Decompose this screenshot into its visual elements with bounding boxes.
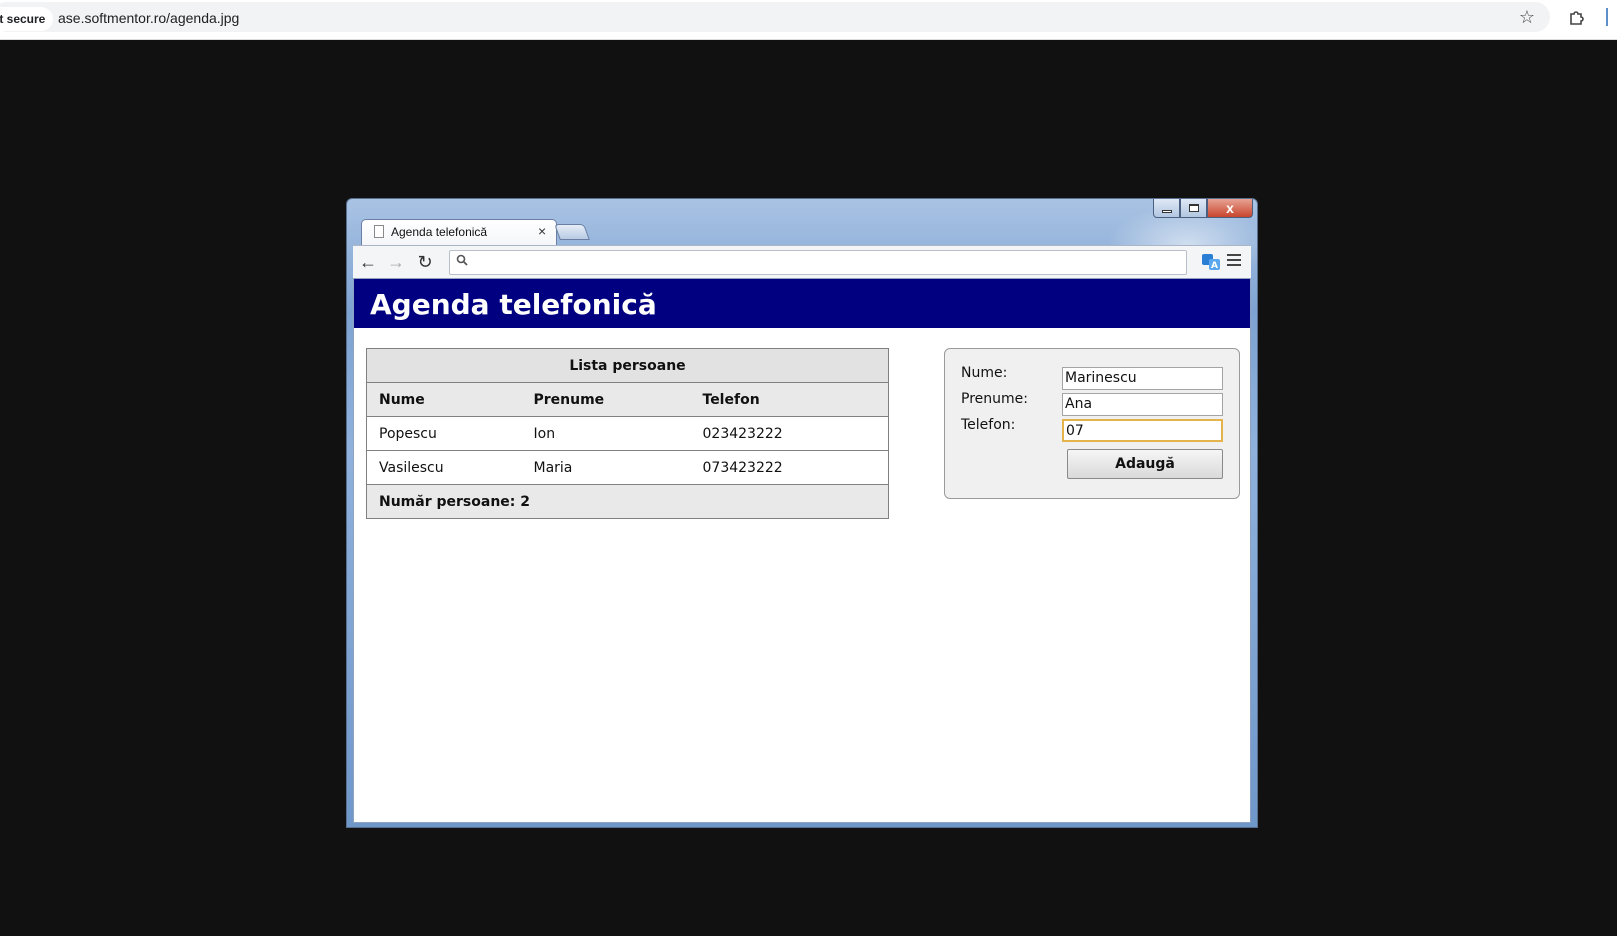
app-header: Agenda telefonică <box>354 279 1250 328</box>
cell-nume: Vasilescu <box>366 450 522 485</box>
page-viewport: Agenda telefonică Lista persoane Nume Pr… <box>353 278 1251 823</box>
window-controls: x <box>1153 199 1253 219</box>
add-person-form: Nume: Marinescu Prenume: Ana Telefon: 07… <box>944 348 1240 499</box>
back-arrow-icon[interactable]: ← <box>357 252 379 272</box>
nume-field[interactable]: Marinescu <box>1062 367 1223 390</box>
telefon-label: Telefon: <box>961 417 1016 433</box>
add-button[interactable]: Adaugă <box>1067 449 1223 479</box>
tab-title: Agenda telefonică <box>391 225 488 239</box>
close-window-button[interactable]: x <box>1207 199 1253 218</box>
tab-agenda[interactable]: Agenda telefonică × <box>361 219 557 245</box>
inner-browser-window: x Agenda telefonică × ← → ↻ A Agenda tel… <box>346 198 1258 828</box>
reload-icon[interactable]: ↻ <box>414 252 436 272</box>
cell-nume: Popescu <box>366 416 522 451</box>
table-footer-count: Număr persoane: 2 <box>366 484 889 519</box>
prenume-field[interactable]: Ana <box>1062 393 1223 416</box>
translate-icon[interactable]: A <box>1201 253 1221 271</box>
table-row: Vasilescu Maria 073423222 <box>366 450 889 485</box>
page-icon <box>374 225 384 238</box>
minimize-icon <box>1161 209 1172 213</box>
persons-table: Lista persoane Nume Prenume Telefon Pope… <box>366 348 889 519</box>
inner-toolbar: ← → ↻ A <box>353 245 1251 278</box>
forward-arrow-icon[interactable]: → <box>385 252 407 272</box>
cell-telefon: 023423222 <box>690 416 889 451</box>
maximize-button[interactable] <box>1180 199 1207 218</box>
nume-label: Nume: <box>961 365 1008 381</box>
minimize-button[interactable] <box>1153 199 1180 218</box>
column-header-nume: Nume <box>366 382 522 417</box>
column-header-prenume: Prenume <box>521 382 691 417</box>
star-icon[interactable]: ☆ <box>1515 5 1539 29</box>
telefon-field[interactable]: 07 <box>1062 419 1223 442</box>
cell-telefon: 073423222 <box>690 450 889 485</box>
omnibox-input[interactable] <box>449 250 1187 275</box>
outer-browser-bar: ot secure ase.softmentor.ro/agenda.jpg ☆ <box>0 0 1617 40</box>
table-caption: Lista persoane <box>366 348 889 383</box>
tab-close-icon[interactable]: × <box>538 223 546 239</box>
security-chip[interactable]: ot secure <box>0 7 54 31</box>
menu-icon[interactable] <box>1227 254 1241 268</box>
outer-url-text[interactable]: ase.softmentor.ro/agenda.jpg <box>58 9 239 27</box>
maximize-icon <box>1188 204 1199 212</box>
new-tab-button[interactable] <box>554 224 590 240</box>
search-icon <box>456 254 468 269</box>
table-header-row: Nume Prenume Telefon <box>366 382 889 417</box>
svg-text:A: A <box>1211 261 1218 271</box>
column-header-telefon: Telefon <box>690 382 889 417</box>
page-title: Agenda telefonică <box>370 288 657 321</box>
table-row: Popescu Ion 023423222 <box>366 416 889 451</box>
cell-prenume: Ion <box>521 416 691 451</box>
prenume-label: Prenume: <box>961 391 1028 407</box>
cell-prenume: Maria <box>521 450 691 485</box>
outer-address-bar[interactable]: ot secure ase.softmentor.ro/agenda.jpg <box>0 2 1550 32</box>
outer-edge-divider <box>1606 8 1608 26</box>
extensions-icon[interactable] <box>1565 5 1589 29</box>
close-icon: x <box>1226 200 1234 216</box>
